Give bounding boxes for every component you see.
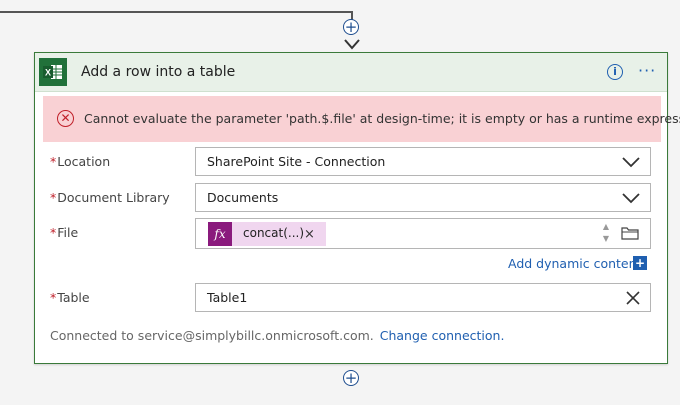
insert-step-button[interactable]: + xyxy=(343,19,359,35)
fx-icon: fx xyxy=(208,222,232,246)
document-library-dropdown[interactable]: Documents xyxy=(195,183,651,212)
plus-icon: + xyxy=(344,18,358,36)
table-value: Table1 xyxy=(207,290,248,305)
action-card: X Add a row into a table i ··· ✕ Cannot … xyxy=(34,52,680,364)
file-input[interactable]: fx concat(...) × ▲ ▼ xyxy=(195,218,651,249)
arrow-down-icon xyxy=(344,39,360,50)
svg-text:X: X xyxy=(45,68,51,78)
expression-token[interactable]: fx concat(...) × xyxy=(208,222,326,246)
document-library-value: Documents xyxy=(207,190,279,205)
required-mark: * xyxy=(50,154,57,169)
folder-icon[interactable] xyxy=(621,226,639,240)
table-label: *Table xyxy=(50,290,90,305)
required-mark: * xyxy=(50,225,57,240)
location-dropdown[interactable]: SharePoint Site - Connection xyxy=(195,147,651,176)
required-mark: * xyxy=(50,290,57,305)
excel-icon: X xyxy=(39,58,67,86)
clear-icon[interactable] xyxy=(626,291,640,305)
chevron-down-icon xyxy=(622,193,640,204)
change-connection-link[interactable]: Change connection. xyxy=(380,328,505,343)
chevron-down-icon xyxy=(622,157,640,168)
action-title: Add a row into a table xyxy=(81,64,236,80)
info-icon[interactable]: i xyxy=(607,64,623,80)
token-label: concat(...) xyxy=(243,226,305,240)
add-dynamic-content-icon[interactable]: + xyxy=(633,256,647,270)
required-mark: * xyxy=(50,190,57,205)
insert-step-button[interactable]: + xyxy=(343,370,359,386)
connector-line xyxy=(0,11,352,13)
scroll-arrows-icon[interactable]: ▲ ▼ xyxy=(600,221,612,247)
connected-text: Connected to service@simplybillc.onmicro… xyxy=(50,328,374,343)
location-value: SharePoint Site - Connection xyxy=(207,154,386,169)
table-field[interactable]: Table1 xyxy=(195,283,651,312)
location-label: *Location xyxy=(50,154,111,169)
token-remove-icon[interactable]: × xyxy=(304,227,315,242)
plus-icon: + xyxy=(344,369,358,387)
more-options-icon[interactable]: ··· xyxy=(638,61,656,80)
error-icon: ✕ xyxy=(57,110,74,127)
error-banner: ✕ Cannot evaluate the parameter 'path.$.… xyxy=(43,96,680,142)
error-message: Cannot evaluate the parameter 'path.$.fi… xyxy=(84,111,680,126)
add-dynamic-content-link[interactable]: Add dynamic content xyxy=(508,256,641,271)
connection-footer: Connected to service@simplybillc.onmicro… xyxy=(50,328,504,343)
file-label: *File xyxy=(50,225,79,240)
document-library-label: *Document Library xyxy=(50,190,170,205)
action-card-header[interactable]: X Add a row into a table i ··· xyxy=(35,53,667,92)
